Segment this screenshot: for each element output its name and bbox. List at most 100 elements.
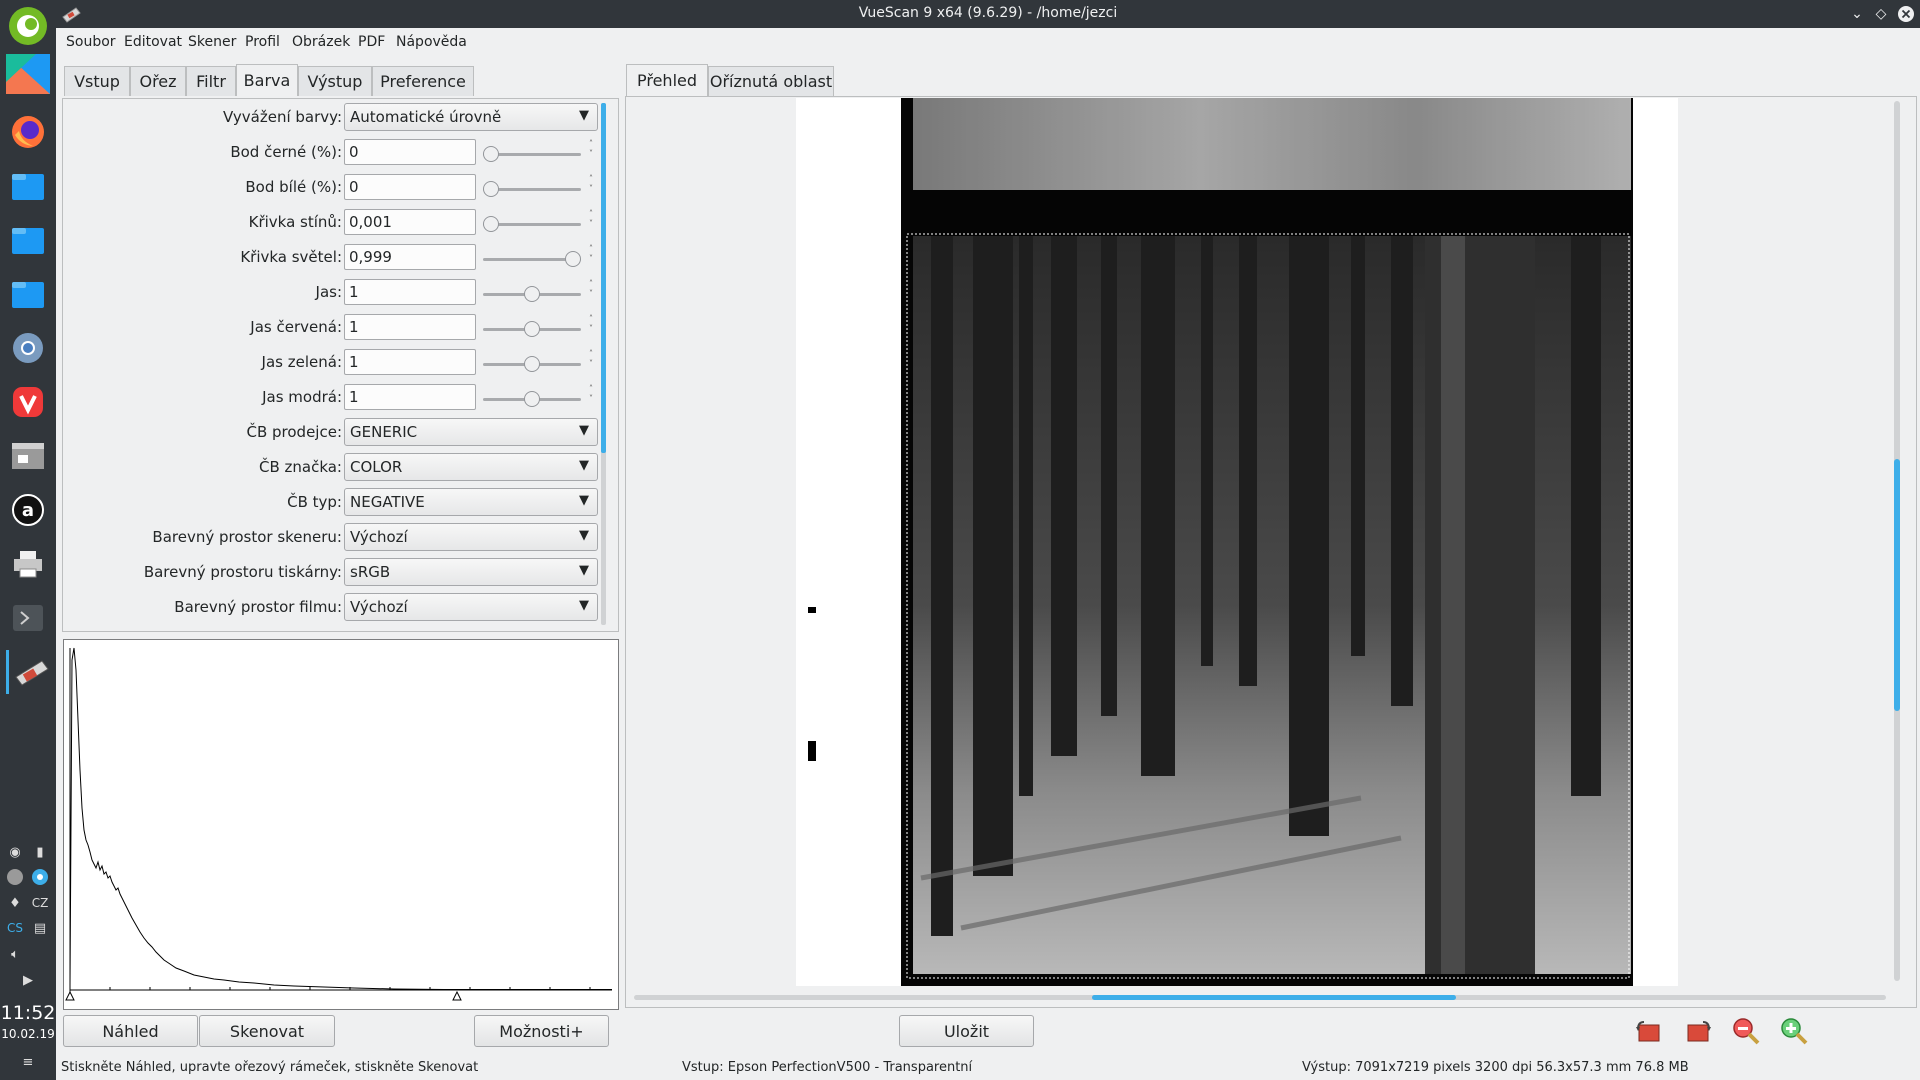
slider-handle[interactable] <box>483 216 500 232</box>
rotate-left-icon[interactable] <box>1633 1015 1665 1047</box>
scrollbar-thumb[interactable] <box>601 103 606 453</box>
tab-filtr[interactable]: Filtr <box>186 66 236 96</box>
tab-vystup[interactable]: Výstup <box>298 66 372 96</box>
scrollbar-thumb[interactable] <box>1092 995 1456 1000</box>
clipboard-icon[interactable]: ▤ <box>30 918 50 938</box>
brightness-slider[interactable] <box>483 286 581 302</box>
shadow-curve-slider[interactable] <box>483 216 581 232</box>
slider-handle[interactable] <box>524 321 540 337</box>
brightness-blue-slider[interactable] <box>483 391 581 407</box>
rotate-right-icon[interactable] <box>1682 1015 1714 1047</box>
menu-icon[interactable]: ≡ <box>18 1052 38 1072</box>
menu-skener[interactable]: Skener <box>188 34 236 50</box>
tab-oriznuta-oblast[interactable]: Oříznutá oblast <box>708 66 834 96</box>
media-play-icon[interactable]: ◉ <box>5 842 25 862</box>
white-point-spinner[interactable]: ˄ ˅ <box>589 174 595 200</box>
tab-barva[interactable]: Barva <box>236 64 298 96</box>
white-point-field[interactable]: 0 <box>344 174 476 200</box>
menu-obrazek[interactable]: Obrázek <box>292 34 350 50</box>
minimize-icon[interactable]: ⌄ <box>1846 3 1868 25</box>
menu-pdf[interactable]: PDF <box>358 34 385 50</box>
status-circle-icon[interactable] <box>5 867 25 887</box>
slider-handle[interactable] <box>524 356 540 372</box>
vivaldi-icon[interactable] <box>6 380 50 424</box>
film-color-space-select[interactable]: Výchozí ▼ <box>344 593 598 621</box>
expand-tray-icon[interactable]: ▶ <box>18 970 38 990</box>
scan-button[interactable]: Skenovat <box>199 1015 335 1047</box>
tab-orez[interactable]: Ořez <box>130 66 186 96</box>
maximize-icon[interactable]: ◇ <box>1870 3 1892 25</box>
options-button[interactable]: Možnosti+ <box>474 1015 609 1047</box>
close-icon[interactable] <box>1895 3 1917 25</box>
volume-icon[interactable]: 🔈︎ <box>5 944 25 964</box>
keyboard-layout-indicator[interactable]: CZ <box>30 893 50 913</box>
film-vendor-select[interactable]: GENERIC ▼ <box>344 418 598 446</box>
brightness-red-spinner[interactable]: ˄ ˅ <box>589 314 595 340</box>
slider-handle[interactable] <box>524 391 540 407</box>
kde-plasma-icon[interactable] <box>6 52 50 96</box>
shadow-curve-field[interactable]: 0,001 <box>344 209 476 235</box>
scanner-color-space-select[interactable]: Výchozí ▼ <box>344 523 598 551</box>
file-manager-icon[interactable] <box>6 164 50 208</box>
black-point-field[interactable]: 0 <box>344 139 476 165</box>
brightness-green-field[interactable]: 1 <box>344 349 476 375</box>
slider-handle[interactable] <box>524 286 540 302</box>
slider-handle[interactable] <box>483 146 499 162</box>
slider-handle[interactable] <box>564 251 581 267</box>
brightness-field[interactable]: 1 <box>344 279 476 305</box>
brightness-spinner[interactable]: ˄ ˅ <box>589 279 595 305</box>
terminal-icon[interactable] <box>6 596 50 640</box>
film-vendor-value: GENERIC <box>350 423 418 441</box>
preview-horizontal-scrollbar[interactable] <box>634 995 1886 1000</box>
media-player-icon[interactable] <box>6 434 50 478</box>
brightness-red-field[interactable]: 1 <box>344 314 476 340</box>
opensuse-launcher-icon[interactable] <box>6 4 50 48</box>
slider-handle[interactable] <box>483 181 499 197</box>
preview-button[interactable]: Náhled <box>63 1015 198 1047</box>
black-point-slider[interactable] <box>483 146 581 162</box>
brightness-blue-spinner[interactable]: ˄ ˅ <box>589 384 595 410</box>
color-balance-select[interactable]: Automatické úrovně ▼ <box>344 103 598 131</box>
film-brand-select[interactable]: COLOR ▼ <box>344 453 598 481</box>
preview-area[interactable] <box>625 96 1917 1008</box>
highlight-curve-field[interactable]: 0,999 <box>344 244 476 270</box>
vuescan-icon[interactable] <box>6 650 53 694</box>
settings-scrollbar[interactable] <box>601 103 606 625</box>
usb-device-icon[interactable]: ▮ <box>30 842 50 862</box>
scanned-image[interactable] <box>901 98 1633 986</box>
menu-napoveda[interactable]: Nápověda <box>396 34 467 50</box>
menu-profil[interactable]: Profil <box>245 34 280 50</box>
highlight-curve-slider[interactable] <box>483 251 581 267</box>
brightness-red-slider[interactable] <box>483 321 581 337</box>
tab-preference[interactable]: Preference <box>372 66 474 96</box>
firefox-icon[interactable] <box>6 110 50 154</box>
black-point-spinner[interactable]: ˄ ˅ <box>589 139 595 165</box>
network-icon[interactable] <box>30 867 50 887</box>
highlight-curve-spinner[interactable]: ˄ ˅ <box>589 244 595 270</box>
tab-vstup[interactable]: Vstup <box>64 66 130 96</box>
save-button[interactable]: Uložit <box>899 1015 1034 1047</box>
zoom-in-icon[interactable] <box>1778 1015 1810 1047</box>
menu-editovat[interactable]: Editovat <box>124 34 182 50</box>
brightness-green-slider[interactable] <box>483 356 581 372</box>
brightness-blue-field[interactable]: 1 <box>344 384 476 410</box>
scrollbar-thumb[interactable] <box>1894 459 1900 711</box>
film-type-select[interactable]: NEGATIVE ▼ <box>344 488 598 516</box>
chromium-icon[interactable] <box>6 326 50 370</box>
white-point-slider[interactable] <box>483 181 581 197</box>
clock-date[interactable]: 10.02.19 <box>0 1027 56 1041</box>
shadow-curve-spinner[interactable]: ˄ ˅ <box>589 209 595 235</box>
file-manager-icon[interactable] <box>6 272 50 316</box>
printer-icon[interactable] <box>6 542 50 586</box>
audacious-icon[interactable]: a <box>6 488 50 532</box>
notifications-icon[interactable]: ♦ <box>5 893 25 913</box>
brightness-green-spinner[interactable]: ˄ ˅ <box>589 349 595 375</box>
clock-time[interactable]: 11:52 <box>0 1002 56 1024</box>
tab-prehled[interactable]: Přehled <box>626 64 708 96</box>
preview-vertical-scrollbar[interactable] <box>1894 101 1900 981</box>
language-indicator[interactable]: CS <box>5 918 25 938</box>
printer-color-space-select[interactable]: sRGB ▼ <box>344 558 598 586</box>
zoom-out-icon[interactable] <box>1730 1015 1762 1047</box>
menu-soubor[interactable]: Soubor <box>66 34 116 50</box>
file-manager-icon[interactable] <box>6 218 50 262</box>
